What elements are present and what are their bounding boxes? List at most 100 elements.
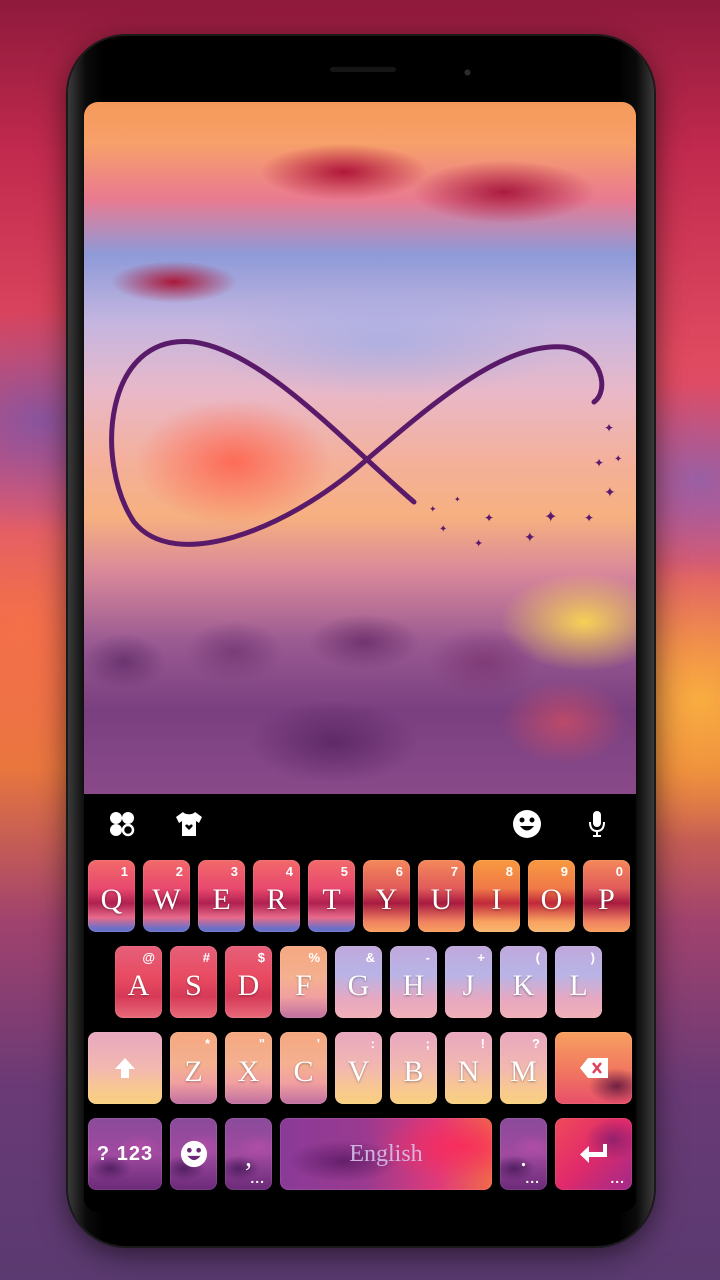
butterflies: ✦✦ ✦✦ ✦✦ ✦✦ ✦✦ ✦✦ (429, 421, 622, 550)
spacebar[interactable]: English (280, 1118, 492, 1190)
key-label: F (295, 969, 312, 1002)
key-hint: + (477, 950, 485, 965)
enter-key[interactable]: ... (555, 1118, 632, 1190)
key-s[interactable]: S # (170, 946, 217, 1018)
key-label: R (266, 883, 287, 916)
key-u[interactable]: U7 (418, 860, 465, 932)
svg-text:✦: ✦ (429, 504, 437, 514)
key-y[interactable]: Y6 (363, 860, 410, 932)
front-camera (465, 70, 470, 75)
key-hint: 8 (505, 864, 513, 879)
key-z[interactable]: Z * (170, 1032, 217, 1104)
emoji-icon[interactable] (512, 809, 542, 839)
key-label: C (293, 1055, 314, 1088)
key-label: J (462, 969, 475, 1002)
key-hint: % (308, 950, 320, 965)
key-c[interactable]: C ' (280, 1032, 327, 1104)
svg-text:✦: ✦ (474, 538, 483, 550)
key-label: Z (184, 1055, 203, 1088)
key-k[interactable]: K( (500, 946, 547, 1018)
theme-shirt-icon[interactable] (174, 809, 204, 839)
key-label: W (152, 883, 181, 916)
svg-text:✦: ✦ (484, 511, 494, 525)
key-hint: 9 (560, 864, 568, 879)
key-label: L (569, 969, 588, 1002)
key-row-1: Q1 W2 E3 R4 T5 Y6 U7 I8 O9 P0 (84, 860, 636, 936)
backspace-key[interactable] (555, 1032, 632, 1104)
emoji-key[interactable] (170, 1118, 217, 1190)
microphone-icon[interactable] (582, 809, 612, 839)
key-g[interactable]: G & (335, 946, 382, 1018)
infinity-butterflies-art: ✦✦ ✦✦ ✦✦ ✦✦ ✦✦ ✦✦ (109, 339, 622, 550)
key-hint: 2 (175, 864, 183, 879)
keyboard-toolbar (84, 794, 636, 854)
key-hint: 4 (285, 864, 293, 879)
key-x[interactable]: X " (225, 1032, 272, 1104)
comma-key[interactable]: ,... (225, 1118, 272, 1190)
key-t[interactable]: T5 (308, 860, 355, 932)
key-hint: " (258, 1036, 265, 1051)
key-f[interactable]: F% (280, 946, 327, 1018)
symbols-key[interactable]: ? 123 (88, 1118, 162, 1190)
key-q[interactable]: Q1 (88, 860, 135, 932)
svg-text:✦: ✦ (584, 511, 594, 525)
key-hint: ! (480, 1036, 485, 1051)
svg-text:✦: ✦ (604, 484, 616, 500)
key-r[interactable]: R4 (253, 860, 300, 932)
key-row-4: ? 123 ,... English .... ... (84, 1118, 636, 1194)
key-b[interactable]: B; (390, 1032, 437, 1104)
key-hint: * (204, 1036, 210, 1051)
key-v[interactable]: V: (335, 1032, 382, 1104)
key-hint: ? (532, 1036, 540, 1051)
key-a[interactable]: A @ (115, 946, 162, 1018)
key-e[interactable]: E3 (198, 860, 245, 932)
apps-icon[interactable] (107, 809, 137, 839)
key-label: G (347, 969, 370, 1002)
more-dots: ... (250, 1170, 265, 1186)
key-o[interactable]: O9 (528, 860, 575, 932)
spacebar-language-label: English (349, 1140, 423, 1167)
key-hint: ' (316, 1036, 320, 1051)
key-hint: 7 (450, 864, 458, 879)
phone-screen: ✦ ✦ ✦ ✦ ✦ ✦ ✦ ✦ ✦ ✦ ✦ ✦ Q 1 W 2 E 3 R 4 … (84, 102, 636, 1212)
emoji-icon (180, 1140, 207, 1168)
key-h[interactable]: H- (390, 946, 437, 1018)
key-label: I (491, 883, 502, 916)
key-d[interactable]: D $ (225, 946, 272, 1018)
key-j[interactable]: J + (445, 946, 492, 1018)
key-i[interactable]: I8 (473, 860, 520, 932)
key-hint: 1 (120, 864, 128, 879)
svg-text:✦: ✦ (544, 509, 557, 526)
key-hint: ; (425, 1036, 430, 1051)
key-hint: : (370, 1036, 375, 1051)
svg-text:✦: ✦ (454, 495, 461, 504)
key-hint: ) (590, 950, 595, 965)
more-dots: ... (610, 1170, 625, 1186)
period-key[interactable]: .... (500, 1118, 547, 1190)
key-hint: @ (142, 950, 155, 965)
svg-text:✦: ✦ (604, 421, 614, 435)
key-l[interactable]: L) (555, 946, 602, 1018)
key-row-3: Z * X " C ' V: B; N! M? (84, 1032, 636, 1108)
key-p[interactable]: P0 (583, 860, 630, 932)
key-label: O (540, 883, 563, 916)
keyboard: Q1 W2 E3 R4 T5 Y6 U7 I8 O9 P0 A @ S # D $ F… (84, 794, 636, 1212)
infinity-symbol (109, 339, 605, 547)
key-label: N (457, 1055, 480, 1088)
enter-return-icon (579, 1144, 607, 1163)
key-label: V (347, 1055, 370, 1088)
key-hint: $ (257, 950, 265, 965)
key-label: U (430, 883, 453, 916)
key-n[interactable]: N! (445, 1032, 492, 1104)
symbols-label: ? 123 (96, 1142, 154, 1165)
shift-key[interactable] (88, 1032, 162, 1104)
key-label: K (512, 969, 535, 1002)
key-label: Q (100, 883, 123, 916)
key-m[interactable]: M? (500, 1032, 547, 1104)
key-label: H (402, 969, 425, 1002)
key-w[interactable]: W2 (143, 860, 190, 932)
more-dots: ... (525, 1170, 540, 1186)
key-label: D (237, 969, 260, 1002)
key-label: Y (375, 883, 398, 916)
svg-text:✦: ✦ (614, 454, 622, 465)
